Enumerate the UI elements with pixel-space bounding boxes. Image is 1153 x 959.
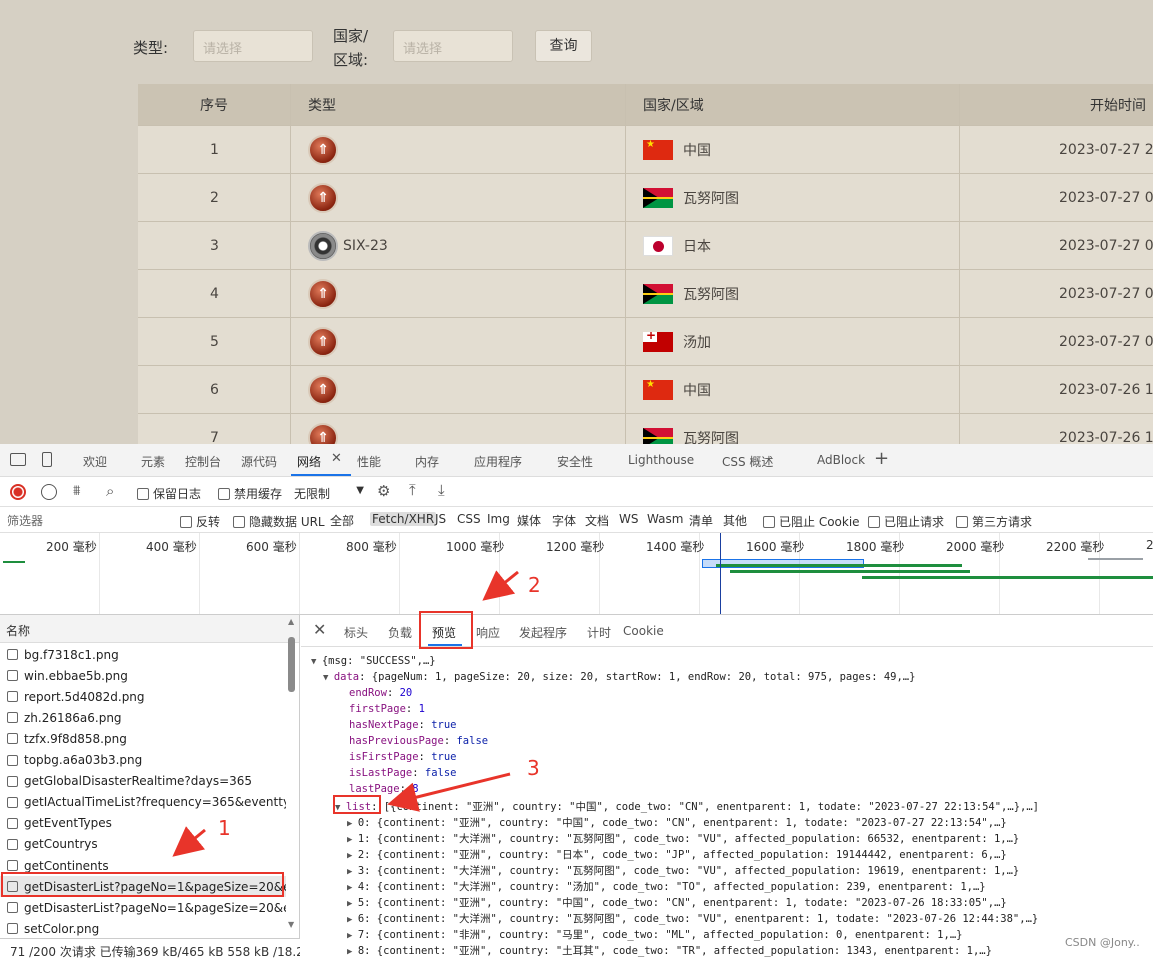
annotation-arrows (172, 570, 519, 857)
annotation-number-1: 1 (218, 816, 231, 840)
arrow-1 (172, 826, 206, 857)
arrow-2 (482, 570, 519, 601)
annotation-number-2: 2 (528, 573, 541, 597)
arrow-3 (387, 772, 511, 812)
annotation-number-3: 3 (527, 756, 540, 780)
watermark-text: CSDN @Jony.. (1065, 936, 1140, 949)
